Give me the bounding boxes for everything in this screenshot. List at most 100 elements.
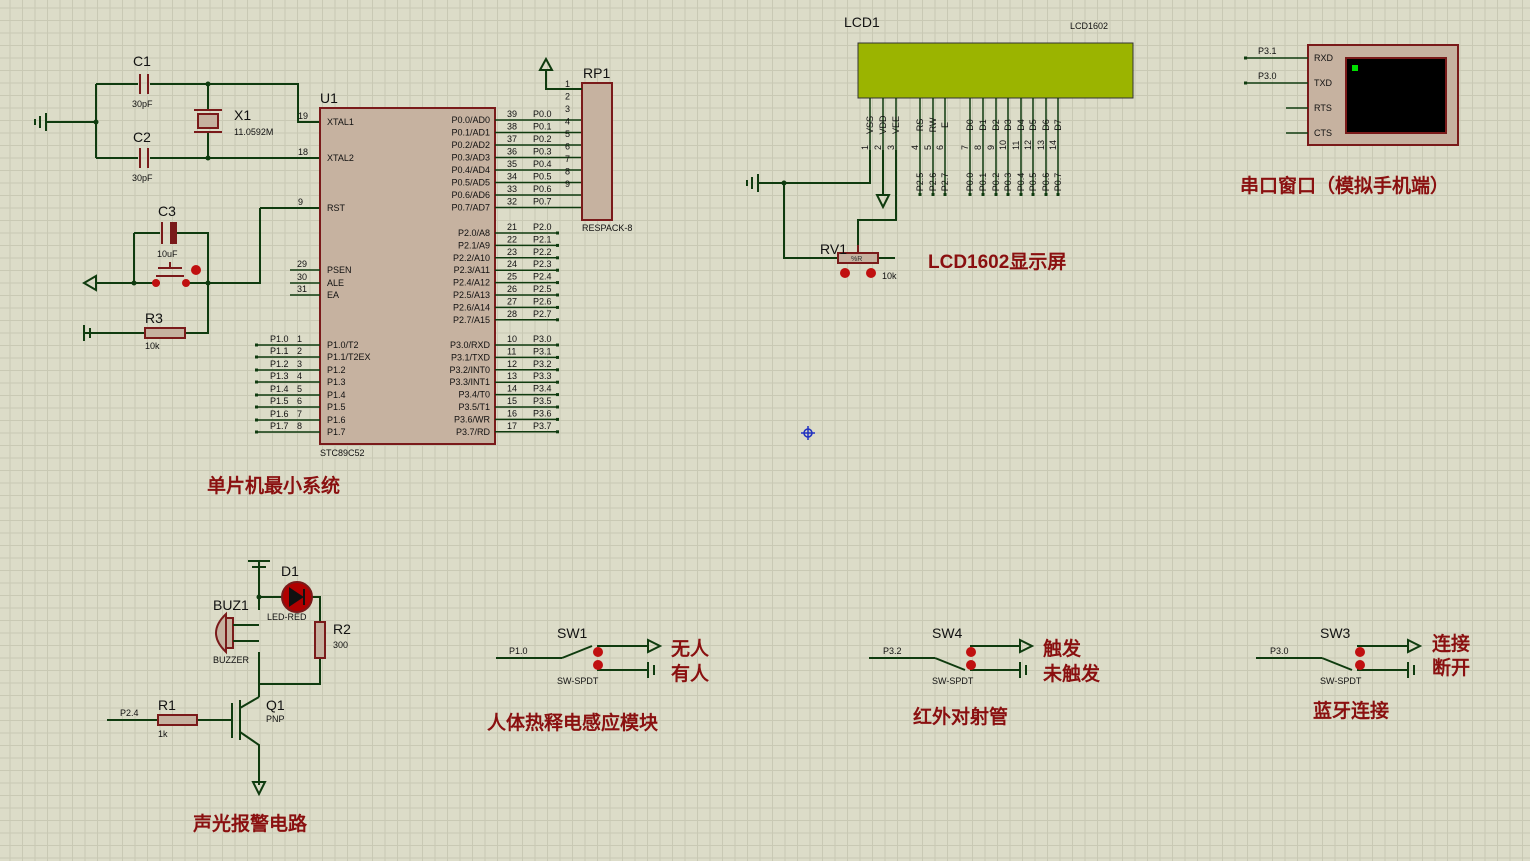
rp1-pin-number: 7 (565, 154, 570, 164)
sw3-part: SW-SPDT (1320, 676, 1362, 686)
pin-name: TXD (1314, 78, 1333, 88)
mcu-part: STC89C52 (320, 448, 365, 458)
rp1-pin-number: 6 (565, 142, 570, 152)
c2-value: 30pF (132, 173, 153, 183)
pin-name: P3.1/TXD (451, 352, 491, 362)
pin-number: 13 (507, 371, 517, 381)
net-terminal (556, 305, 559, 309)
pin-number: 16 (507, 408, 517, 418)
pin-name: P2.4/A12 (453, 278, 490, 288)
pin-name: ALE (327, 278, 344, 288)
switch-toggle-top-icon[interactable] (593, 647, 603, 657)
terminal-cursor (1352, 65, 1358, 71)
net-terminal (255, 393, 258, 397)
d1-part: LED-RED (267, 612, 307, 622)
net-terminal (1044, 193, 1048, 196)
switch-toggle-bottom-icon[interactable] (1355, 660, 1365, 670)
net-label: P3.3 (533, 371, 552, 381)
pin-name: P2.3/A11 (454, 265, 490, 275)
pin-number: 38 (507, 122, 517, 132)
r3-resistor-symbol (144, 327, 186, 339)
lcd1602[interactable]: LCD1 LCD1602 VSS 1 VDD 2 VEE 3 RS 4 P2.5 RW 5 P2.6 E… (746, 14, 1134, 281)
net-label: P2.6 (928, 173, 938, 192)
lcd-pin-VDD[interactable]: VDD 2 (873, 98, 888, 150)
rp1-ref: RP1 (583, 65, 610, 81)
r2-value: 300 (333, 640, 348, 650)
ground-symbol-icon (34, 113, 47, 131)
switch-sw3[interactable]: SW3 SW-SPDT P3.0 连接 断开 (1256, 625, 1470, 686)
terminal-screen[interactable] (1345, 57, 1447, 134)
net-label: P2.7 (533, 309, 552, 319)
pin-name: VDD (878, 115, 888, 135)
pin-name: P0.0/AD0 (451, 115, 490, 125)
switch-toggle-top-icon[interactable] (966, 647, 976, 657)
lcd-part: LCD1602 (1070, 21, 1108, 31)
pin-number: 1 (297, 334, 302, 344)
ground-symbol-icon (83, 325, 96, 341)
c3-ref: C3 (158, 203, 176, 219)
crosshair-cursor-icon (801, 426, 815, 440)
switch-toggle-top-icon[interactable] (1355, 647, 1365, 657)
pin-number: 18 (298, 147, 308, 157)
rv1-decrease-icon[interactable] (840, 268, 850, 278)
pin-name: E (940, 122, 950, 128)
buz1-part: BUZZER (213, 655, 250, 665)
net-label: P3.4 (533, 384, 552, 394)
net-label: P0.3 (533, 147, 552, 157)
x1-value: 11.0592M (234, 127, 273, 137)
net-terminal (556, 281, 559, 285)
pin-name: P0.6/AD6 (451, 190, 490, 200)
button-state-indicator[interactable] (191, 265, 201, 275)
pin-number: 4 (297, 371, 302, 381)
net-label: P1.2 (270, 359, 289, 369)
caption-alarm: 声光报警电路 (192, 812, 308, 835)
pin-name: P3.6/WR (454, 414, 491, 424)
pin-name: VSS (865, 116, 875, 134)
lcd-screen[interactable] (857, 42, 1134, 99)
net-terminal (556, 268, 559, 272)
net-label: P2.4 (533, 272, 552, 282)
lcd-pin-VEE[interactable]: VEE 3 (886, 98, 901, 150)
pin-number: 28 (507, 309, 517, 319)
pin-name: P2.5/A13 (453, 290, 490, 300)
r1-net-label: P2.4 (120, 708, 139, 718)
net-terminal (556, 405, 559, 409)
net-label: P0.1 (978, 173, 988, 192)
pin-number: 2 (873, 145, 883, 150)
pin-number: 12 (507, 359, 517, 369)
pin-name: D5 (1028, 119, 1038, 131)
pin-number: 8 (297, 421, 302, 431)
pin-name: EA (327, 290, 339, 300)
pin-number: 3 (886, 145, 896, 150)
pin-name: P1.0/T2 (327, 340, 359, 350)
pin-number: 35 (507, 159, 517, 169)
pin-name: P2.6/A14 (453, 302, 490, 312)
net-terminal (255, 418, 258, 422)
pin-number: 7 (297, 409, 302, 419)
rv1-increase-icon[interactable] (866, 268, 876, 278)
pin-name: P2.7/A15 (453, 315, 490, 325)
r3-ref: R3 (145, 310, 163, 326)
switch-toggle-bottom-icon[interactable] (593, 660, 603, 670)
pin-name: RST (327, 203, 346, 213)
pin-name: P0.1/AD1 (451, 128, 490, 138)
pin-number: 7 (960, 145, 970, 150)
net-terminal (1019, 193, 1023, 196)
net-label: P1.7 (270, 421, 289, 431)
pin-name: D3 (1003, 119, 1013, 131)
pin-number: 5 (923, 145, 933, 150)
sw3-ref: SW3 (1320, 625, 1351, 641)
net-label: P2.2 (533, 247, 552, 257)
switch-lever-icon[interactable] (561, 645, 593, 659)
net-label: P3.0 (1258, 71, 1277, 81)
net-terminal (918, 193, 922, 196)
net-label: P2.1 (533, 234, 552, 244)
switch-sw1[interactable]: SW1 SW-SPDT P1.0 无人 有人 (496, 625, 710, 686)
pin-number: 12 (1023, 140, 1033, 150)
pin-number: 8 (973, 145, 983, 150)
pin-name: RS (915, 119, 925, 132)
schematic-canvas[interactable]: C1 30pF C2 30pF X1 11.0592M C3 10uF R3 1… (0, 0, 1530, 861)
switch-toggle-bottom-icon[interactable] (966, 660, 976, 670)
c3-symbol (170, 222, 177, 244)
pin-number: 9 (298, 197, 303, 207)
